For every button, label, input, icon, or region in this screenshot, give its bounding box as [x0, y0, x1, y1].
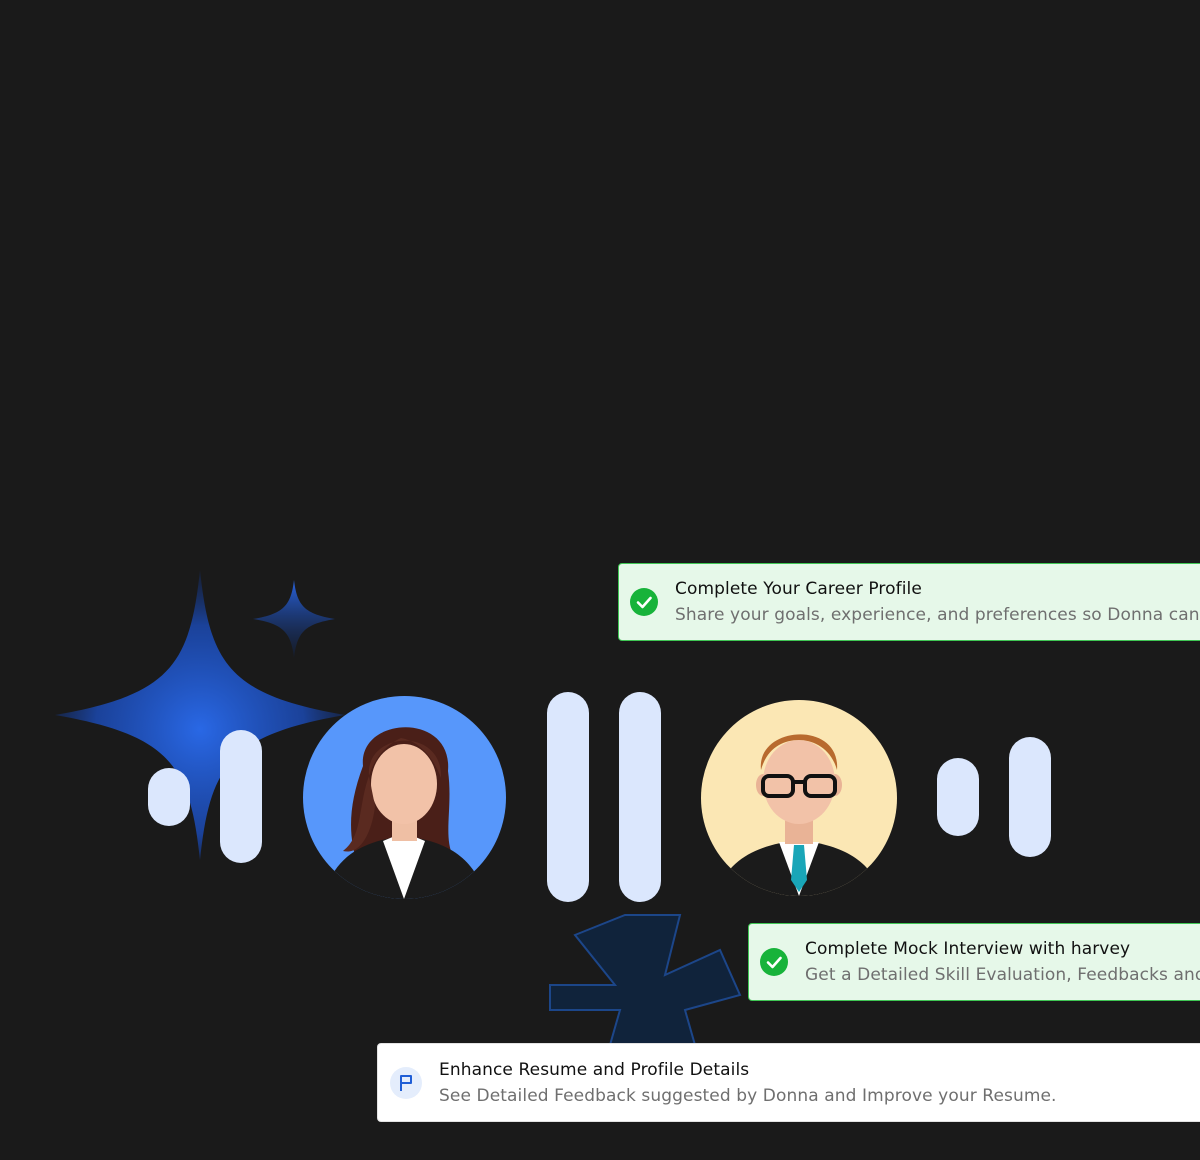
voice-bar [1009, 737, 1051, 857]
voice-bar [547, 692, 589, 902]
task-title: Enhance Resume and Profile Details [439, 1060, 750, 1080]
voice-bar [220, 730, 262, 863]
task-card-career-profile[interactable]: Complete Your Career Profile Share your … [618, 563, 1200, 641]
task-card-mock-interview[interactable]: Complete Mock Interview with harvey Get … [748, 923, 1200, 1001]
check-icon [760, 948, 788, 976]
task-description: Share your goals, experience, and prefer… [675, 605, 1200, 625]
voice-bar [937, 758, 979, 836]
task-title: Complete Your Career Profile [675, 579, 922, 599]
asterisk-decoration-icon [549, 914, 742, 1045]
male-interviewer-avatar [701, 700, 897, 896]
flag-icon [390, 1067, 422, 1099]
female-interviewee-avatar [303, 696, 506, 899]
task-description: Get a Detailed Skill Evaluation, Feedbac… [805, 965, 1200, 985]
task-card-enhance-resume[interactable]: Enhance Resume and Profile Details See D… [377, 1043, 1200, 1122]
voice-bar [148, 768, 190, 826]
task-title: Complete Mock Interview with harvey [805, 939, 1131, 959]
voice-bar [619, 692, 661, 902]
task-description: See Detailed Feedback suggested by Donna… [439, 1086, 1057, 1106]
check-icon [630, 588, 658, 616]
sparkle-small-icon [253, 580, 335, 658]
